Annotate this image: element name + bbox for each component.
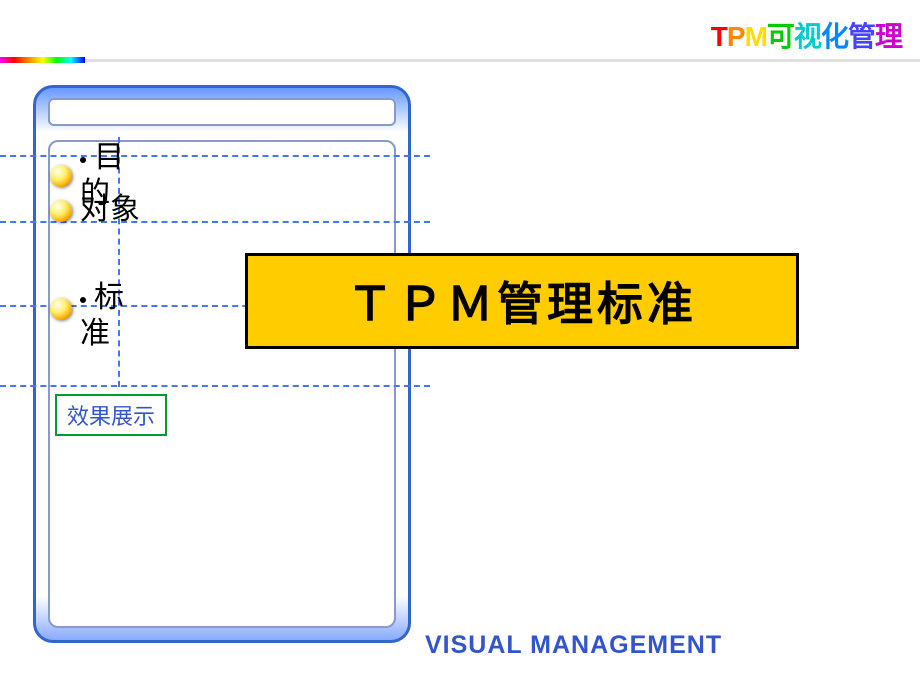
footer-label: VISUAL MANAGEMENT: [425, 631, 722, 660]
page-header-title: TPM可视化管理: [711, 15, 902, 55]
orb-icon: [50, 165, 72, 187]
bullet-item-target: 对象: [80, 192, 140, 228]
section-label-results: 效果展示: [55, 394, 167, 436]
bullet-dot-icon: [80, 157, 86, 163]
bullet-dot-icon: [80, 297, 86, 303]
guide-line-horizontal: [0, 155, 430, 157]
header-divider: [85, 59, 920, 62]
bullet-item-standard: 标准: [80, 280, 140, 352]
card-title-slot: [48, 98, 396, 126]
guide-line-horizontal: [0, 385, 430, 387]
orb-icon: [50, 200, 72, 222]
rainbow-divider: [0, 57, 85, 63]
main-title-box: ＴＰＭ管理标准: [245, 253, 799, 349]
orb-icon: [50, 298, 72, 320]
main-title-text: ＴＰＭ管理标准: [347, 268, 697, 334]
